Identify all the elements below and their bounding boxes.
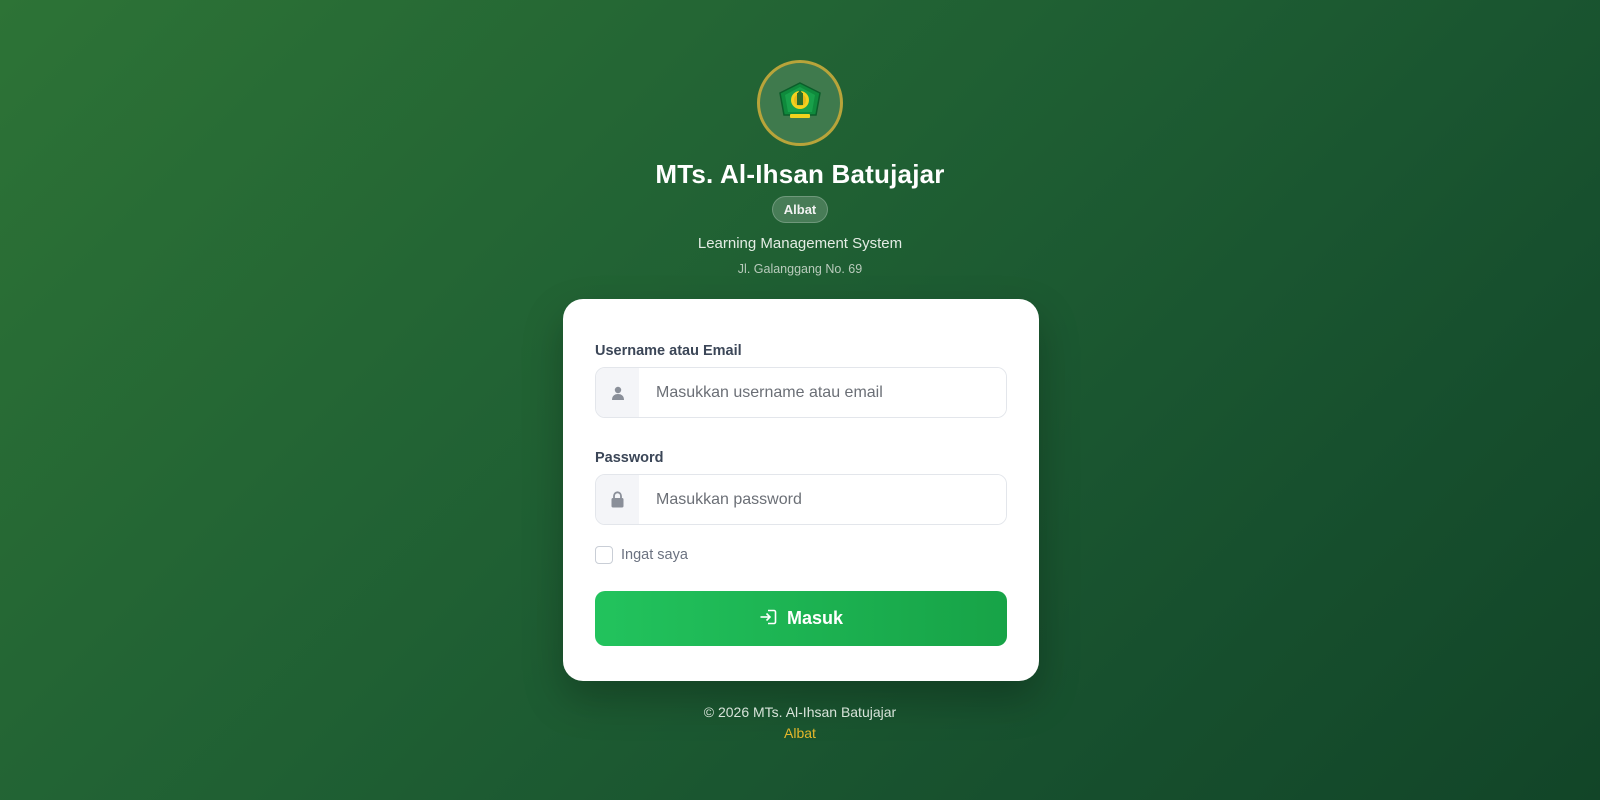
school-name: MTs. Al-Ihsan Batujajar — [655, 159, 945, 189]
username-field-wrapper — [595, 367, 1007, 418]
logo — [757, 60, 843, 146]
school-crest-icon — [778, 81, 822, 126]
username-input[interactable] — [639, 368, 1006, 417]
address: Jl. Galanggang No. 69 — [737, 262, 863, 276]
user-icon — [596, 368, 639, 417]
login-button-label: Masuk — [786, 608, 844, 628]
password-input[interactable] — [639, 475, 1006, 524]
copyright: © 2026 MTs. Al-Ihsan Batujajar — [703, 704, 897, 720]
password-field-wrapper — [595, 474, 1007, 525]
remember-checkbox[interactable] — [595, 546, 613, 564]
login-button[interactable]: Masuk — [595, 591, 1007, 646]
subtitle: Learning Management System — [697, 235, 903, 252]
header: MTs. Al-Ihsan Batujajar Albat Learning M… — [0, 60, 1600, 276]
password-label: Password — [595, 450, 664, 466]
remember-me[interactable]: Ingat saya — [595, 546, 1007, 564]
remember-label[interactable]: Ingat saya — [621, 547, 688, 563]
username-label: Username atau Email — [595, 343, 742, 359]
footer: © 2026 MTs. Al-Ihsan Batujajar Albat — [0, 704, 1600, 741]
login-card: Username atau Email Password Ingat saya — [563, 299, 1039, 681]
footer-brand: Albat — [784, 725, 816, 741]
school-badge: Albat — [771, 196, 829, 223]
login-icon — [759, 609, 777, 628]
lock-icon — [596, 475, 639, 524]
